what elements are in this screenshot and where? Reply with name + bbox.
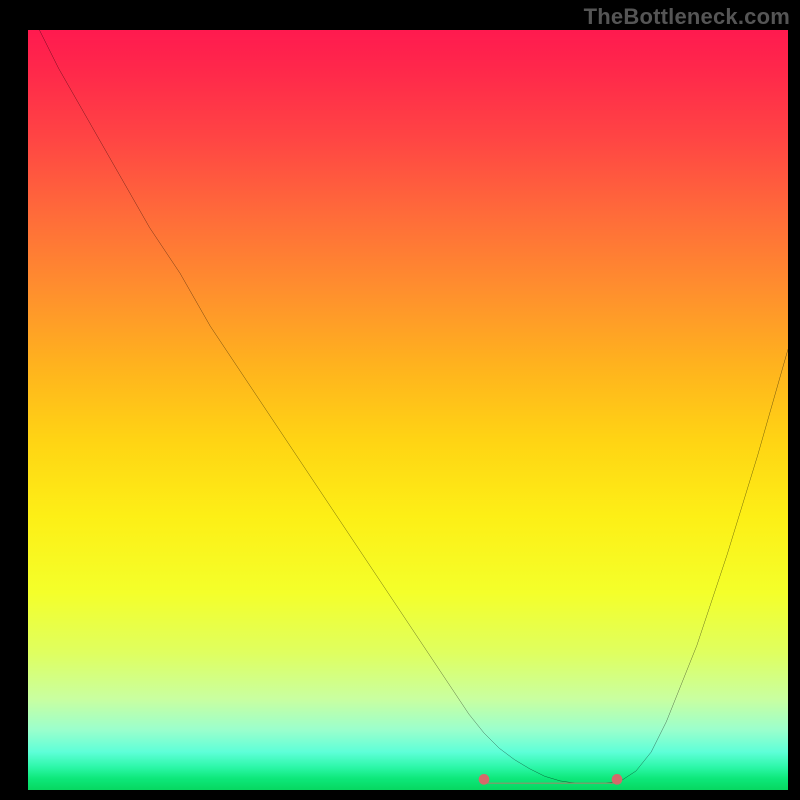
- chart-plot-area: [28, 30, 788, 790]
- watermark-text: TheBottleneck.com: [584, 4, 790, 30]
- chart-curve-layer: [28, 30, 788, 790]
- chart-frame: TheBottleneck.com: [0, 0, 800, 800]
- optimal-range-marker: [479, 774, 490, 785]
- bottleneck-curve: [28, 30, 788, 783]
- optimal-range-marker: [612, 774, 623, 785]
